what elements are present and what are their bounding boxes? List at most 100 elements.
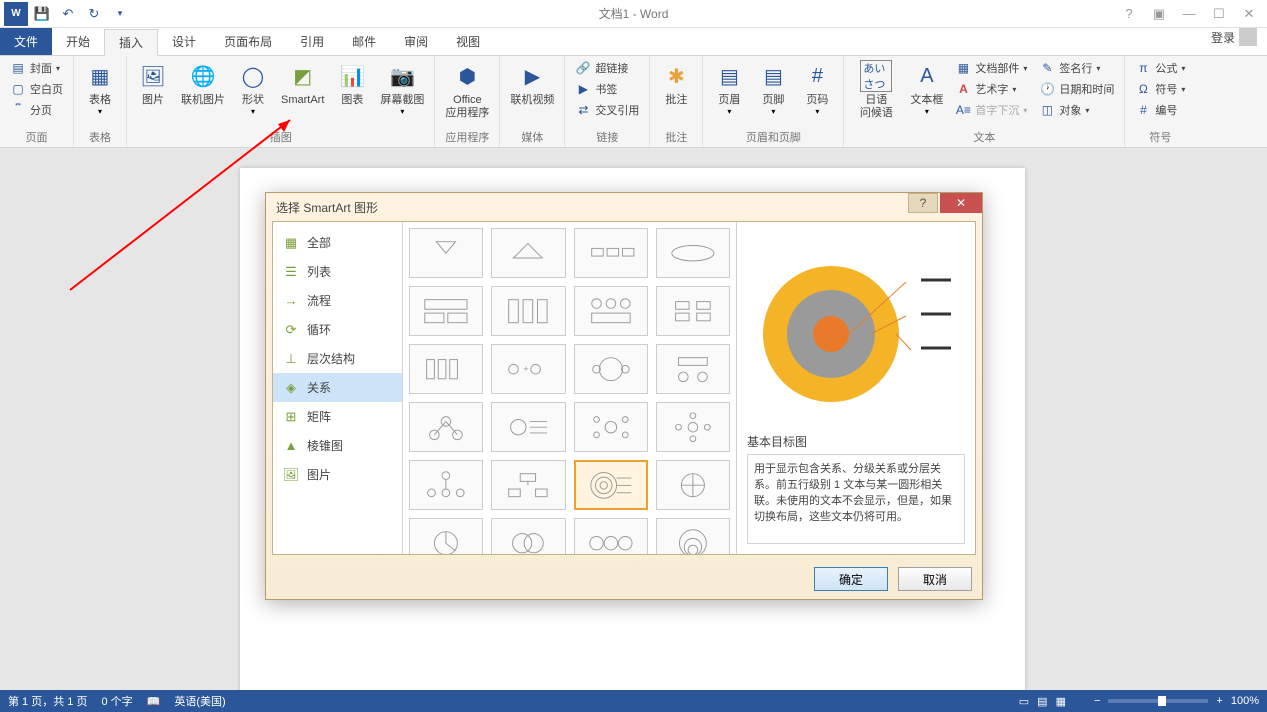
online-pictures-button[interactable]: 🌐联机图片 [177, 58, 229, 109]
minimize-icon[interactable]: — [1175, 2, 1203, 26]
layout-thumb-selected[interactable] [574, 460, 648, 510]
datetime-button[interactable]: 🕐日期和时间 [1035, 79, 1118, 99]
print-layout-icon[interactable]: ▤ [1037, 695, 1047, 708]
page-number-button[interactable]: #页码▾ [797, 58, 837, 118]
page-break-button[interactable]: ⎴分页 [6, 100, 67, 120]
word-count[interactable]: 0 个字 [101, 693, 132, 709]
cat-picture[interactable]: 🖼图片 [273, 460, 402, 489]
cancel-button[interactable]: 取消 [898, 567, 972, 591]
wordart-button[interactable]: A艺术字▾ [951, 79, 1031, 99]
screenshot-button[interactable]: 📷屏幕截图▾ [376, 58, 428, 118]
table-button[interactable]: ▦表格▾ [80, 58, 120, 118]
proofing-icon[interactable]: 📖 [147, 695, 161, 708]
zoom-in-button[interactable]: + [1216, 695, 1222, 707]
online-video-button[interactable]: ▶联机视频 [506, 58, 558, 109]
layout-thumb[interactable] [409, 228, 483, 278]
maximize-icon[interactable]: ☐ [1205, 2, 1233, 26]
cycle-icon: ⟳ [283, 322, 299, 338]
number-button[interactable]: #编号 [1131, 100, 1189, 120]
header-button[interactable]: ▤页眉▾ [709, 58, 749, 118]
smartart-button[interactable]: ◩SmartArt [277, 58, 328, 109]
layout-thumb[interactable] [574, 286, 648, 336]
group-label-comments: 批注 [656, 127, 696, 145]
bookmark-button[interactable]: ▶书签 [571, 79, 643, 99]
layout-thumb[interactable] [491, 460, 565, 510]
chart-button[interactable]: 📊图表 [332, 58, 372, 109]
help-icon[interactable]: ? [1115, 2, 1143, 26]
tab-home[interactable]: 开始 [52, 28, 104, 55]
dialog-title-bar[interactable]: 选择 SmartArt 图形 ? ✕ [266, 193, 982, 221]
layout-thumb[interactable] [491, 518, 565, 554]
layout-thumb[interactable] [491, 402, 565, 452]
read-mode-icon[interactable]: ▭ [1019, 695, 1029, 708]
dialog-help-button[interactable]: ? [908, 193, 938, 213]
crossref-button[interactable]: ⇄交叉引用 [571, 100, 643, 120]
cat-all[interactable]: ▦全部 [273, 228, 402, 257]
layout-thumb[interactable] [656, 460, 730, 510]
qat-customize[interactable]: ▾ [108, 2, 132, 26]
blank-page-button[interactable]: ▢空白页 [6, 79, 67, 99]
zoom-slider[interactable] [1108, 699, 1208, 703]
office-apps-button[interactable]: ⬢Office 应用程序 [441, 58, 493, 122]
layout-thumb[interactable] [491, 228, 565, 278]
page-status[interactable]: 第 1 页，共 1 页 [8, 693, 87, 709]
signature-button[interactable]: ✎签名行▾ [1035, 58, 1118, 78]
tab-view[interactable]: 视图 [442, 28, 494, 55]
cat-pyramid[interactable]: ▲棱锥图 [273, 431, 402, 460]
layout-thumb[interactable]: + [491, 344, 565, 394]
comment-button[interactable]: ✱批注 [656, 58, 696, 109]
symbol-button[interactable]: Ω符号▾ [1131, 79, 1189, 99]
save-button[interactable]: 💾 [30, 2, 54, 26]
tab-references[interactable]: 引用 [286, 28, 338, 55]
tab-review[interactable]: 审阅 [390, 28, 442, 55]
tab-design[interactable]: 设计 [158, 28, 210, 55]
dialog-close-button[interactable]: ✕ [940, 193, 982, 213]
language-status[interactable]: 英语(美国) [174, 693, 225, 709]
layout-thumb[interactable] [574, 518, 648, 554]
jp-greeting-button[interactable]: あいさつ日语 问候语 [850, 58, 902, 122]
tab-mailings[interactable]: 邮件 [338, 28, 390, 55]
tab-layout[interactable]: 页面布局 [210, 28, 286, 55]
layout-thumb[interactable] [656, 228, 730, 278]
layout-thumb[interactable] [656, 286, 730, 336]
layout-thumb[interactable] [656, 344, 730, 394]
layout-thumb[interactable] [574, 402, 648, 452]
tab-file[interactable]: 文件 [0, 28, 52, 55]
cat-matrix[interactable]: ⊞矩阵 [273, 402, 402, 431]
dropcap-button[interactable]: A≡首字下沉▾ [951, 100, 1031, 120]
equation-button[interactable]: π公式▾ [1131, 58, 1189, 78]
zoom-out-button[interactable]: − [1094, 695, 1100, 707]
layout-thumb[interactable] [409, 402, 483, 452]
cat-relationship[interactable]: ◈关系 [273, 373, 402, 402]
ok-button[interactable]: 确定 [814, 567, 888, 591]
shapes-button[interactable]: ◯形状▾ [233, 58, 273, 118]
pictures-button[interactable]: 🖼图片 [133, 58, 173, 109]
layout-thumb[interactable] [656, 518, 730, 554]
cover-page-button[interactable]: ▤封面▾ [6, 58, 67, 78]
layout-thumb[interactable] [409, 286, 483, 336]
ribbon-options-icon[interactable]: ▣ [1145, 2, 1173, 26]
footer-button[interactable]: ▤页脚▾ [753, 58, 793, 118]
cat-hierarchy[interactable]: ⊥层次结构 [273, 344, 402, 373]
layout-thumb[interactable] [656, 402, 730, 452]
layout-thumb[interactable] [409, 518, 483, 554]
web-layout-icon[interactable]: ▦ [1056, 695, 1066, 708]
layout-thumb[interactable] [574, 228, 648, 278]
layout-thumb[interactable] [409, 344, 483, 394]
cat-cycle[interactable]: ⟳循环 [273, 315, 402, 344]
quickparts-button[interactable]: ▦文档部件▾ [951, 58, 1031, 78]
hyperlink-button[interactable]: 🔗超链接 [571, 58, 643, 78]
redo-button[interactable]: ↻ [82, 2, 106, 26]
layout-thumb[interactable] [491, 286, 565, 336]
close-icon[interactable]: ✕ [1235, 2, 1263, 26]
object-button[interactable]: ◫对象▾ [1035, 100, 1118, 120]
cat-process[interactable]: →流程 [273, 286, 402, 315]
login-button[interactable]: 登录 [1205, 28, 1263, 46]
cat-list[interactable]: ☰列表 [273, 257, 402, 286]
zoom-level[interactable]: 100% [1231, 695, 1259, 707]
undo-button[interactable]: ↶ [56, 2, 80, 26]
layout-thumb[interactable] [574, 344, 648, 394]
tab-insert[interactable]: 插入 [104, 29, 158, 56]
layout-thumb[interactable] [409, 460, 483, 510]
textbox-button[interactable]: A文本框▾ [906, 58, 947, 118]
